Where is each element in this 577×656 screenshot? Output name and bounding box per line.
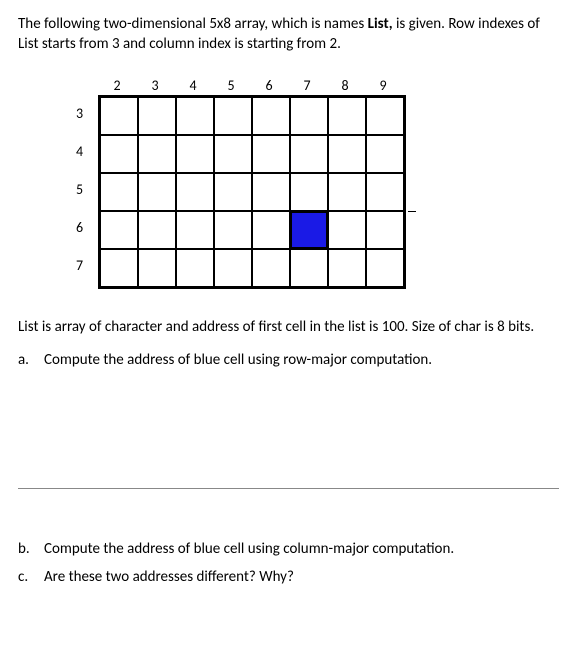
grid-cell — [100, 249, 138, 287]
grid-cell — [138, 249, 176, 287]
row-header: 6 — [70, 209, 98, 247]
col-header: 5 — [212, 77, 250, 96]
grid-cells — [98, 95, 406, 289]
col-header: 8 — [326, 77, 364, 96]
question-marker: b. — [18, 539, 44, 559]
question-list-2: b. Compute the address of blue cell usin… — [18, 539, 559, 588]
column-headers: 2 3 4 5 6 7 8 9 — [98, 77, 406, 96]
grid-cell — [290, 173, 328, 211]
grid-cell — [290, 97, 328, 135]
grid-cell — [214, 211, 252, 249]
row-header: 3 — [70, 95, 98, 133]
grid-cell — [138, 173, 176, 211]
row-headers: 3 4 5 6 7 — [70, 95, 98, 289]
grid-cell — [100, 135, 138, 173]
grid-cell — [176, 97, 214, 135]
question-a: a. Compute the address of blue cell usin… — [18, 350, 559, 370]
grid-cell — [290, 135, 328, 173]
question-c: c. Are these two addresses different? Wh… — [18, 567, 559, 587]
grid-cell — [252, 173, 290, 211]
grid-cell — [328, 97, 366, 135]
grid-cell — [366, 135, 404, 173]
col-header: 6 — [250, 77, 288, 96]
grid-cell — [100, 97, 138, 135]
col-header: 9 — [364, 77, 402, 96]
col-header: 4 — [174, 77, 212, 96]
grid-cell — [100, 211, 138, 249]
grid-cell — [328, 211, 366, 249]
grid-cell — [214, 173, 252, 211]
problem-intro: The following two-dimensional 5x8 array,… — [18, 14, 559, 55]
grid-cell — [328, 135, 366, 173]
grid-cell — [290, 249, 328, 287]
grid-cell — [366, 211, 404, 249]
grid-cell — [214, 97, 252, 135]
row-header: 7 — [70, 247, 98, 285]
grid-cell — [366, 173, 404, 211]
col-header: 2 — [98, 77, 136, 96]
grid-cell — [328, 249, 366, 287]
blue-cell — [290, 211, 328, 249]
grid-cell — [138, 135, 176, 173]
question-marker: c. — [18, 567, 44, 587]
grid-cell — [138, 97, 176, 135]
intro-bold: List, — [368, 15, 393, 33]
question-marker: a. — [18, 350, 44, 370]
separator — [18, 488, 559, 489]
grid-cell — [214, 249, 252, 287]
body-text: List is array of character and address o… — [18, 317, 559, 337]
question-text: Compute the address of blue cell using c… — [44, 539, 454, 559]
question-text: Compute the address of blue cell using r… — [44, 350, 432, 370]
grid-cell — [176, 135, 214, 173]
grid-cell — [252, 249, 290, 287]
question-text: Are these two addresses different? Why? — [44, 567, 294, 587]
question-list: a. Compute the address of blue cell usin… — [18, 350, 559, 370]
question-b: b. Compute the address of blue cell usin… — [18, 539, 559, 559]
grid-cell — [214, 135, 252, 173]
tick-mark — [408, 211, 416, 212]
grid-cell — [252, 135, 290, 173]
grid-cell — [328, 173, 366, 211]
grid-cell — [138, 211, 176, 249]
col-header: 3 — [136, 77, 174, 96]
grid-cell — [366, 249, 404, 287]
row-header: 5 — [70, 171, 98, 209]
grid-cell — [176, 211, 214, 249]
grid-cell — [176, 173, 214, 211]
array-grid: 2 3 4 5 6 7 8 9 3 4 5 6 7 — [70, 77, 406, 290]
grid-cell — [100, 173, 138, 211]
col-header: 7 — [288, 77, 326, 96]
grid-cell — [366, 97, 404, 135]
grid-cell — [252, 97, 290, 135]
grid-cell — [252, 211, 290, 249]
row-header: 4 — [70, 133, 98, 171]
intro-pre: The following two-dimensional 5x8 array,… — [18, 15, 368, 33]
grid-cell — [176, 249, 214, 287]
answer-space-a — [18, 378, 559, 488]
